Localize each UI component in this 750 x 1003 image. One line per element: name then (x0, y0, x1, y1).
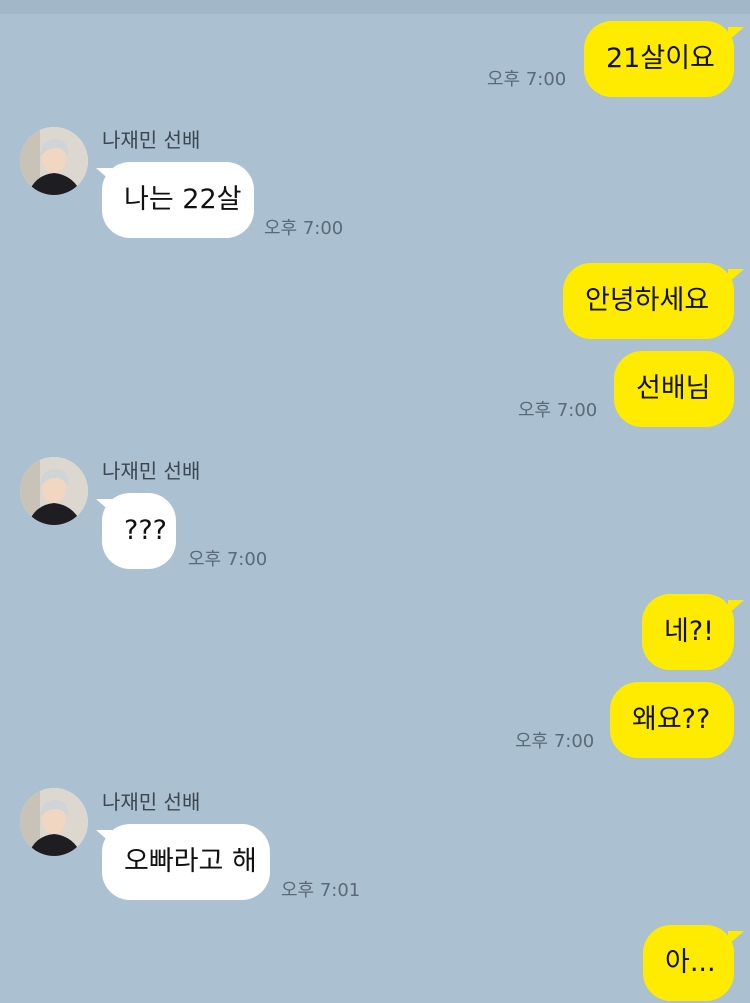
partner-message-bubble[interactable]: 오빠라고 해 (102, 824, 270, 900)
my-message-bubble[interactable]: 안녕하세요 (563, 263, 734, 339)
profile-photo-icon (20, 127, 88, 195)
avatar[interactable] (20, 457, 88, 525)
profile-photo-icon (20, 788, 88, 856)
message-time: 오후 7:00 (487, 69, 567, 90)
partner-message-bubble[interactable]: 나는 22살 (102, 162, 254, 238)
partner-name: 나재민 선배 (102, 790, 201, 814)
top-strip (0, 0, 750, 14)
avatar[interactable] (20, 127, 88, 195)
my-message-bubble[interactable]: 21살이요 (584, 21, 734, 97)
message-time: 오후 7:00 (515, 731, 595, 752)
my-message-bubble[interactable]: 왜요?? (610, 682, 734, 758)
my-message-bubble[interactable]: 네?! (642, 594, 734, 670)
partner-message-bubble[interactable]: ??? (102, 493, 176, 569)
bubble-tail (728, 931, 744, 945)
message-time: 오후 7:01 (281, 880, 361, 901)
message-time: 오후 7:00 (188, 549, 268, 570)
profile-photo-icon (20, 457, 88, 525)
bubble-tail (728, 600, 744, 614)
message-time: 오후 7:00 (518, 400, 598, 421)
my-message-bubble[interactable]: 아... (643, 925, 734, 1001)
avatar[interactable] (20, 788, 88, 856)
partner-name: 나재민 선배 (102, 128, 201, 152)
bubble-tail (728, 27, 744, 41)
partner-name: 나재민 선배 (102, 459, 201, 483)
message-time: 오후 7:00 (264, 218, 344, 239)
my-message-bubble[interactable]: 선배님 (614, 351, 734, 427)
bubble-tail (728, 269, 744, 283)
